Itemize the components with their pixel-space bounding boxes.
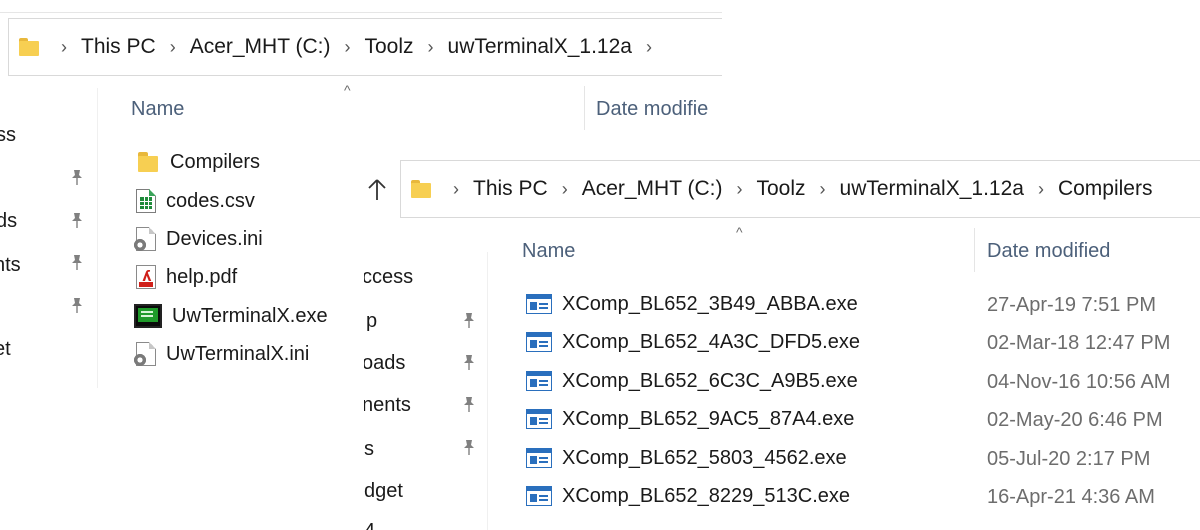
chevron-right-icon[interactable]: › bbox=[443, 179, 469, 200]
breadcrumb-this-pc[interactable]: This PC bbox=[469, 177, 552, 201]
pin-icon[interactable] bbox=[460, 438, 478, 456]
pin-icon[interactable] bbox=[460, 353, 478, 371]
folder-icon bbox=[136, 150, 160, 174]
breadcrumb-uwterminalx[interactable]: uwTerminalX_1.12a bbox=[444, 35, 636, 59]
up-arrow-icon[interactable] bbox=[366, 178, 388, 209]
file-row[interactable]: Devices.ini bbox=[133, 221, 263, 257]
breadcrumb-toolz[interactable]: Toolz bbox=[752, 177, 809, 201]
csv-file-icon bbox=[136, 189, 156, 213]
pin-icon[interactable] bbox=[460, 311, 478, 329]
file-row[interactable]: Compilers bbox=[136, 144, 260, 180]
breadcrumb-drive[interactable]: Acer_MHT (C:) bbox=[578, 177, 727, 201]
file-row[interactable]: ʎ help.pdf bbox=[136, 259, 237, 295]
breadcrumb-this-pc[interactable]: This PC bbox=[77, 35, 160, 59]
exe-file-icon bbox=[526, 486, 552, 506]
chevron-right-icon[interactable]: › bbox=[636, 37, 662, 58]
file-row[interactable]: XComp_BL652_3B49_ABBA.exe bbox=[526, 286, 858, 322]
exe-file-icon bbox=[526, 409, 552, 429]
file-row[interactable]: XComp_BL652_5803_4562.exe bbox=[526, 440, 847, 476]
breadcrumb-compilers[interactable]: Compilers bbox=[1054, 177, 1157, 201]
nav-item-documents[interactable]: nts bbox=[0, 254, 21, 277]
file-row[interactable]: UwTerminalX.exe bbox=[134, 298, 328, 334]
breadcrumb-toolz[interactable]: Toolz bbox=[360, 35, 417, 59]
pin-icon[interactable] bbox=[68, 211, 86, 229]
explorer-window-compilers: › This PC › Acer_MHT (C:) › Toolz › uwTe… bbox=[364, 152, 1200, 530]
exe-file-icon bbox=[526, 294, 552, 314]
file-name: XComp_BL652_6C3C_A9B5.exe bbox=[562, 369, 858, 392]
file-row[interactable]: XComp_BL652_4A3C_DFD5.exe bbox=[526, 324, 860, 360]
nav-item-quick-access[interactable]: ss bbox=[0, 124, 16, 147]
file-row[interactable]: XComp_BL652_6C3C_A9B5.exe bbox=[526, 363, 858, 399]
file-name: Compilers bbox=[170, 150, 261, 173]
file-date-modified: 27-Apr-19 7:51 PM bbox=[987, 294, 1156, 316]
folder-icon bbox=[19, 38, 39, 56]
breadcrumb-drive[interactable]: Acer_MHT (C:) bbox=[186, 35, 335, 59]
file-name: XComp_BL652_5803_4562.exe bbox=[562, 446, 847, 469]
file-name: XComp_BL652_3B49_ABBA.exe bbox=[562, 292, 858, 315]
ini-file-icon bbox=[133, 342, 156, 367]
chevron-right-icon[interactable]: › bbox=[810, 179, 836, 200]
column-header-date-modified[interactable]: Date modifie bbox=[596, 98, 708, 121]
nav-item-pictures[interactable]: s bbox=[364, 438, 374, 461]
navigation-pane: ss ds nts et bbox=[0, 88, 98, 388]
exe-file-icon bbox=[526, 448, 552, 468]
navigation-pane: ccess p oads nents s dget 4 ... bbox=[364, 252, 488, 530]
file-row[interactable]: XComp_BL652_8229_513C.exe bbox=[526, 478, 850, 514]
file-row[interactable]: XComp_BL652_9AC5_87A4.exe bbox=[526, 401, 854, 437]
column-header-name[interactable]: Name bbox=[131, 98, 184, 121]
folder-icon bbox=[411, 180, 431, 198]
file-date-modified: 05-Jul-20 2:17 PM bbox=[987, 448, 1151, 470]
file-name: codes.csv bbox=[166, 189, 255, 212]
file-name: UwTerminalX.ini bbox=[166, 342, 310, 365]
file-name: XComp_BL652_4A3C_DFD5.exe bbox=[562, 330, 860, 353]
nav-item-quick-access[interactable]: ccess bbox=[364, 266, 413, 289]
nav-item-more[interactable]: 4 ... bbox=[364, 520, 397, 530]
file-row[interactable]: UwTerminalX.ini bbox=[133, 336, 310, 372]
file-date-modified: 04-Nov-16 10:56 AM bbox=[987, 371, 1171, 393]
file-date-modified: 02-May-20 6:46 PM bbox=[987, 409, 1163, 431]
window-top-border bbox=[0, 12, 722, 13]
chevron-right-icon[interactable]: › bbox=[160, 37, 186, 58]
file-row[interactable]: codes.csv bbox=[136, 183, 255, 219]
pin-icon[interactable] bbox=[460, 395, 478, 413]
address-bar[interactable]: › This PC › Acer_MHT (C:) › Toolz › uwTe… bbox=[400, 160, 1200, 218]
pdf-file-icon: ʎ bbox=[136, 265, 156, 289]
chevron-right-icon[interactable]: › bbox=[334, 37, 360, 58]
nav-item-downloads[interactable]: oads bbox=[364, 352, 405, 375]
column-header-date-modified[interactable]: Date modified bbox=[987, 240, 1110, 263]
file-date-modified: 16-Apr-21 4:36 AM bbox=[987, 486, 1155, 508]
file-name: help.pdf bbox=[166, 265, 238, 288]
file-name: Devices.ini bbox=[166, 227, 263, 250]
column-header-name[interactable]: Name bbox=[522, 240, 575, 263]
chevron-right-icon[interactable]: › bbox=[552, 179, 578, 200]
chevron-right-icon[interactable]: › bbox=[726, 179, 752, 200]
exe-file-icon bbox=[526, 332, 552, 352]
file-name: XComp_BL652_9AC5_87A4.exe bbox=[562, 407, 855, 430]
pin-icon[interactable] bbox=[68, 253, 86, 271]
pin-icon[interactable] bbox=[68, 168, 86, 186]
nav-item-desktop[interactable]: p bbox=[366, 310, 377, 333]
chevron-right-icon[interactable]: › bbox=[51, 37, 77, 58]
file-name: XComp_BL652_8229_513C.exe bbox=[562, 484, 850, 507]
file-date-modified: 02-Mar-18 12:47 PM bbox=[987, 332, 1171, 354]
exe-file-icon bbox=[526, 371, 552, 391]
nav-item-widget[interactable]: et bbox=[0, 338, 11, 361]
file-name: UwTerminalX.exe bbox=[172, 304, 328, 327]
nav-item-downloads[interactable]: ds bbox=[0, 210, 17, 233]
nav-item-documents[interactable]: nents bbox=[364, 394, 411, 417]
terminal-exe-icon bbox=[134, 304, 162, 328]
address-bar[interactable]: › This PC › Acer_MHT (C:) › Toolz › uwTe… bbox=[8, 18, 722, 76]
ini-file-icon bbox=[133, 227, 156, 252]
breadcrumb-uwterminalx[interactable]: uwTerminalX_1.12a bbox=[836, 177, 1028, 201]
column-divider[interactable] bbox=[584, 86, 585, 130]
sort-ascending-icon: ^ bbox=[344, 82, 351, 98]
sort-ascending-icon: ^ bbox=[736, 224, 743, 240]
chevron-right-icon[interactable]: › bbox=[1028, 179, 1054, 200]
column-divider[interactable] bbox=[974, 228, 975, 272]
chevron-right-icon[interactable]: › bbox=[418, 37, 444, 58]
nav-item-widget[interactable]: dget bbox=[364, 480, 403, 503]
pin-icon[interactable] bbox=[68, 296, 86, 314]
